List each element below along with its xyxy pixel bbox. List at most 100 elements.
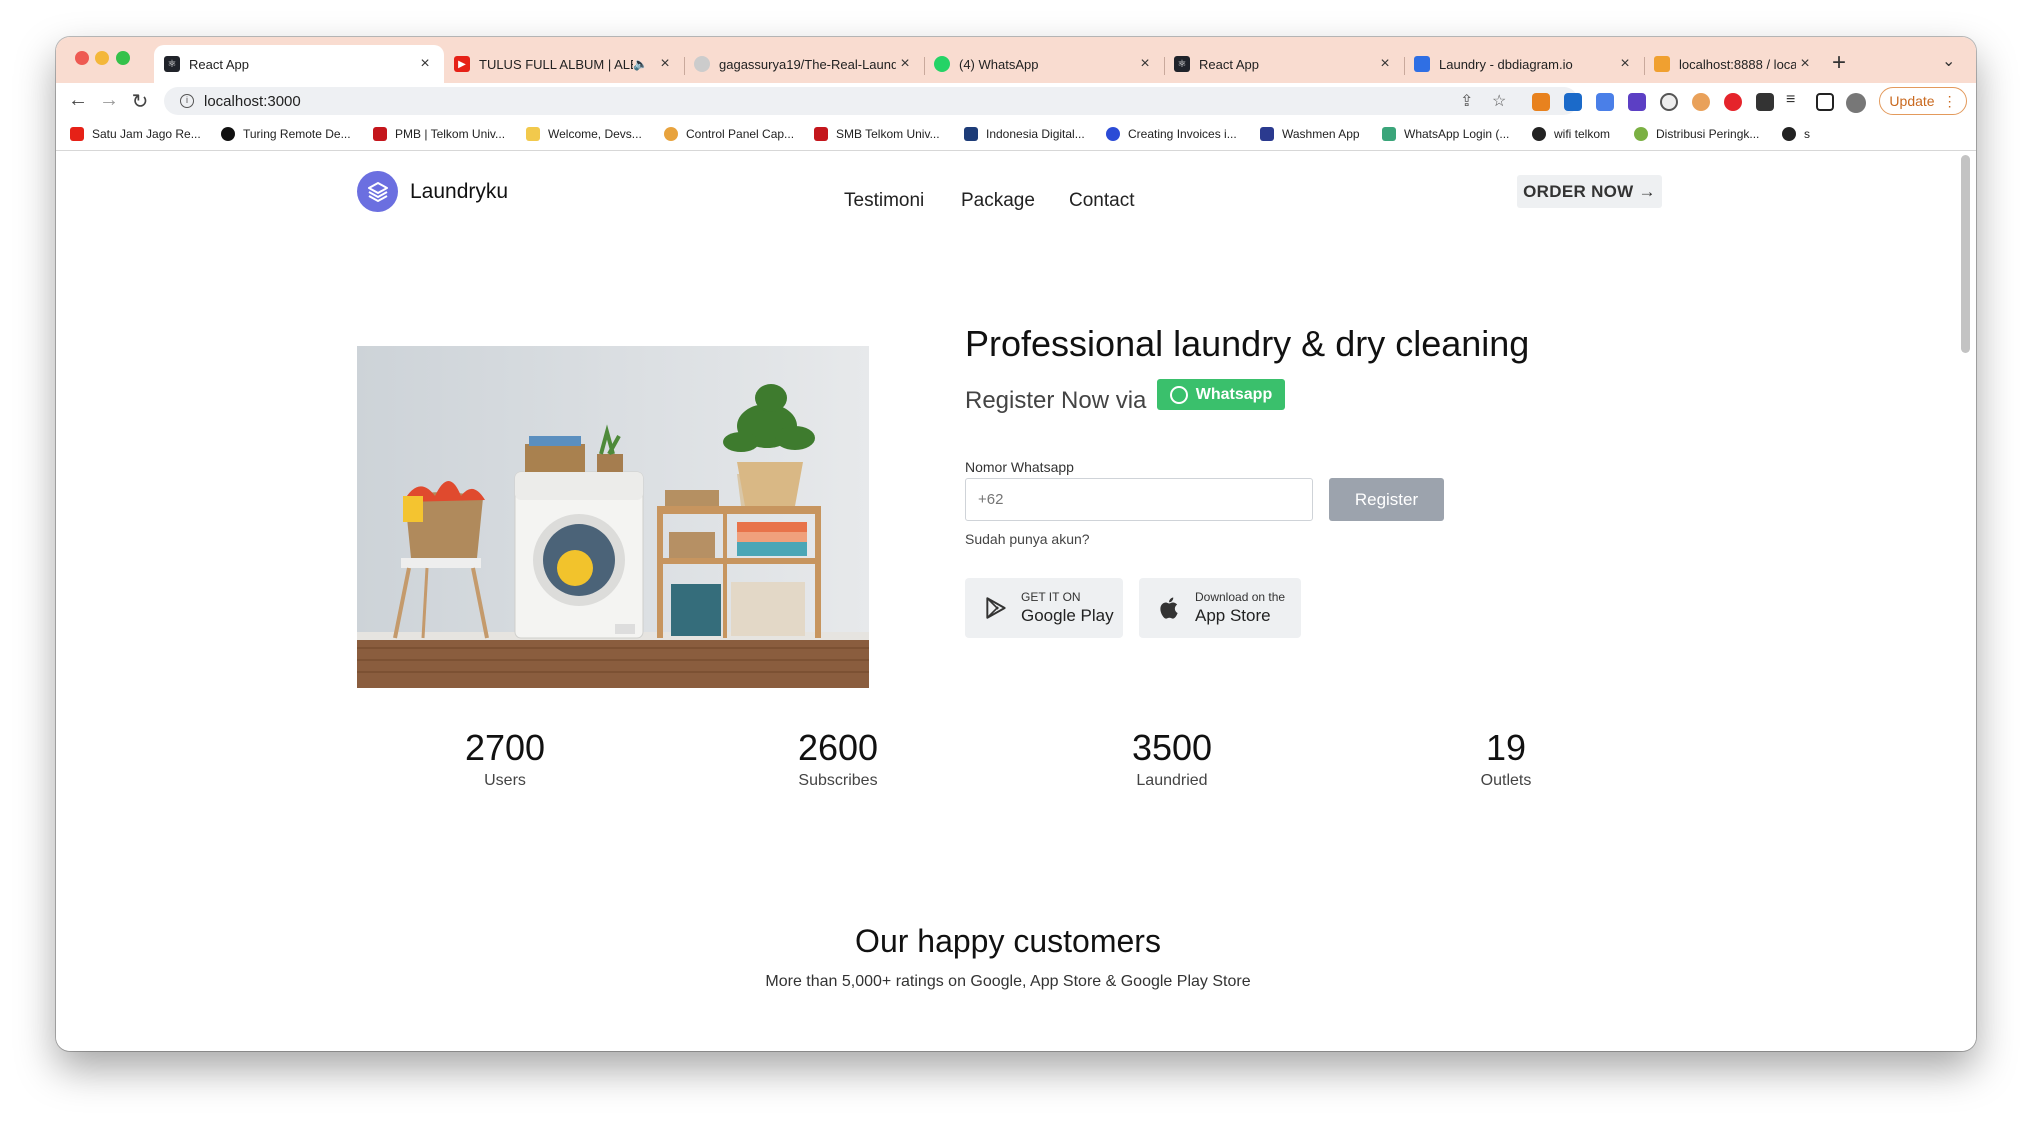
share-icon[interactable]: ⇪ bbox=[1460, 91, 1473, 111]
side-panel-icon[interactable] bbox=[1816, 93, 1834, 111]
maximize-window-button[interactable] bbox=[116, 51, 130, 65]
new-tab-button[interactable]: + bbox=[1832, 49, 1846, 77]
app-store-button[interactable]: Download on the App Store bbox=[1139, 578, 1301, 638]
whatsapp-icon bbox=[934, 56, 950, 72]
bookmark-item[interactable]: PMB | Telkom Univ... bbox=[373, 127, 505, 141]
tab-react-app-2[interactable]: ⚛ React App × bbox=[1164, 45, 1404, 83]
whatsapp-register-button[interactable]: Whatsapp bbox=[1157, 379, 1285, 410]
bookmark-item[interactable]: wifi telkom bbox=[1532, 127, 1610, 141]
reload-icon[interactable]: ↻ bbox=[128, 89, 152, 114]
washmen-icon bbox=[1260, 127, 1274, 141]
idt-icon bbox=[964, 127, 978, 141]
already-have-account-link[interactable]: Sudah punya akun? bbox=[965, 531, 1090, 547]
react-icon: ⚛ bbox=[1174, 56, 1190, 72]
back-arrow-icon[interactable]: ← bbox=[66, 89, 90, 112]
tab-phpmyadmin[interactable]: localhost:8888 / localhost / lau × bbox=[1644, 45, 1824, 83]
site-info-icon[interactable]: i bbox=[180, 94, 194, 108]
tab-github[interactable]: gagassurya19/The-Real-Laund × bbox=[684, 45, 924, 83]
translate-icon[interactable] bbox=[1596, 93, 1614, 111]
app-store-small-text: Download on the bbox=[1195, 590, 1286, 604]
bookmark-item[interactable]: Indonesia Digital... bbox=[964, 127, 1085, 141]
whatsapp-number-input[interactable] bbox=[965, 478, 1313, 521]
extension-icon[interactable] bbox=[1692, 93, 1710, 111]
bookmark-item[interactable]: Satu Jam Jago Re... bbox=[70, 127, 201, 141]
close-tab-icon[interactable]: × bbox=[1616, 55, 1634, 73]
capanel-icon bbox=[664, 127, 678, 141]
close-tab-icon[interactable]: × bbox=[1136, 55, 1154, 73]
opera-icon[interactable] bbox=[1724, 93, 1742, 111]
turing-icon bbox=[221, 127, 235, 141]
page-content: Laundryku Testimoni Package Contact ORDE… bbox=[56, 151, 1976, 1051]
browser-window: ⚛ React App × ▶ TULUS FULL ALBUM | ALB 🔈… bbox=[56, 37, 1976, 1051]
reading-list-icon[interactable]: ≡ bbox=[1786, 91, 1795, 109]
close-tab-icon[interactable]: × bbox=[416, 55, 434, 73]
nav-contact[interactable]: Contact bbox=[1069, 190, 1134, 212]
nav-testimoni[interactable]: Testimoni bbox=[844, 190, 924, 212]
bookmark-item[interactable]: Distribusi Peringk... bbox=[1634, 127, 1759, 141]
url-text: localhost:3000 bbox=[204, 92, 301, 110]
scrollbar-thumb[interactable] bbox=[1961, 155, 1970, 353]
stat-users: 2700 Users bbox=[405, 728, 605, 790]
register-via-text: Register Now via bbox=[965, 387, 1147, 414]
tab-react-app[interactable]: ⚛ React App × bbox=[154, 45, 444, 83]
bitwarden-icon[interactable] bbox=[1564, 93, 1582, 111]
stat-label: Laundried bbox=[1136, 772, 1208, 789]
stat-outlets: 19 Outlets bbox=[1406, 728, 1606, 790]
bookmark-item[interactable]: Control Panel Cap... bbox=[664, 127, 794, 141]
close-tab-icon[interactable]: × bbox=[656, 55, 674, 73]
bookmark-item[interactable]: SMB Telkom Univ... bbox=[814, 127, 940, 141]
puzzle-icon[interactable] bbox=[1756, 93, 1774, 111]
close-window-button[interactable] bbox=[75, 51, 89, 65]
close-tab-icon[interactable]: × bbox=[896, 55, 914, 73]
globe-icon bbox=[1532, 127, 1546, 141]
address-bar[interactable]: i localhost:3000 bbox=[164, 87, 1578, 115]
bookmark-item[interactable]: WhatsApp Login (... bbox=[1382, 127, 1509, 141]
tab-dbdiagram[interactable]: Laundry - dbdiagram.io × bbox=[1404, 45, 1644, 83]
apple-icon bbox=[1160, 597, 1178, 619]
nav-package[interactable]: Package bbox=[961, 190, 1035, 212]
whatsapp-icon bbox=[1169, 385, 1188, 404]
bookmark-item[interactable]: Washmen App bbox=[1260, 127, 1360, 141]
bookmark-item[interactable]: Welcome, Devs... bbox=[526, 127, 642, 141]
js-icon bbox=[1106, 127, 1120, 141]
hero-title: Professional laundry & dry cleaning bbox=[965, 323, 1530, 364]
stat-value: 2700 bbox=[464, 727, 546, 768]
stat-label: Subscribes bbox=[798, 772, 878, 789]
register-button[interactable]: Register bbox=[1329, 478, 1444, 521]
minimize-window-button[interactable] bbox=[95, 51, 109, 65]
google-play-icon bbox=[986, 597, 1006, 619]
google-play-button[interactable]: GET IT ON Google Play bbox=[965, 578, 1123, 638]
tab-search-chevron-icon[interactable]: ⌄ bbox=[1942, 51, 1955, 71]
browser-toolbar: ← → ↻ i localhost:3000 ⇪ ☆ ≡ Update ⋮ bbox=[56, 83, 1976, 119]
site-logo[interactable]: Laundryku bbox=[357, 171, 508, 212]
close-tab-icon[interactable]: × bbox=[1376, 55, 1394, 73]
bookmark-item[interactable]: s bbox=[1782, 127, 1810, 141]
distribusi-icon bbox=[1634, 127, 1648, 141]
bookmark-item[interactable]: Turing Remote De... bbox=[221, 127, 351, 141]
bookmark-item[interactable]: Creating Invoices i... bbox=[1106, 127, 1237, 141]
order-now-button[interactable]: ORDER NOW → bbox=[1517, 175, 1662, 208]
customers-section-title: Our happy customers bbox=[855, 923, 1161, 959]
speaker-icon[interactable]: 🔈 bbox=[633, 57, 648, 71]
stat-subscribes: 2600 Subscribes bbox=[738, 728, 938, 790]
telkom-icon bbox=[814, 127, 828, 141]
close-tab-icon[interactable]: × bbox=[1796, 55, 1814, 73]
globe-icon bbox=[1782, 127, 1796, 141]
block-icon[interactable] bbox=[1660, 93, 1678, 111]
youtube-icon bbox=[70, 127, 84, 141]
hero-laundry-image bbox=[357, 346, 869, 688]
bookmarks-bar: Satu Jam Jago Re... Turing Remote De... … bbox=[56, 119, 1976, 151]
wave-hand-icon bbox=[526, 127, 540, 141]
profile-avatar[interactable] bbox=[1846, 93, 1866, 113]
calendar-extension-icon[interactable] bbox=[1628, 93, 1646, 111]
react-icon: ⚛ bbox=[164, 56, 180, 72]
bookmark-star-icon[interactable]: ☆ bbox=[1492, 91, 1506, 111]
tab-youtube[interactable]: ▶ TULUS FULL ALBUM | ALB 🔈 × bbox=[444, 45, 684, 83]
metamask-icon[interactable] bbox=[1532, 93, 1550, 111]
forward-arrow-icon[interactable]: → bbox=[97, 89, 121, 112]
update-button[interactable]: Update ⋮ bbox=[1879, 87, 1967, 115]
stat-value: 3500 bbox=[1131, 727, 1213, 768]
tab-whatsapp[interactable]: (4) WhatsApp × bbox=[924, 45, 1164, 83]
whatsapp-number-label: Nomor Whatsapp bbox=[965, 459, 1074, 475]
google-play-small-text: GET IT ON bbox=[1021, 590, 1081, 604]
